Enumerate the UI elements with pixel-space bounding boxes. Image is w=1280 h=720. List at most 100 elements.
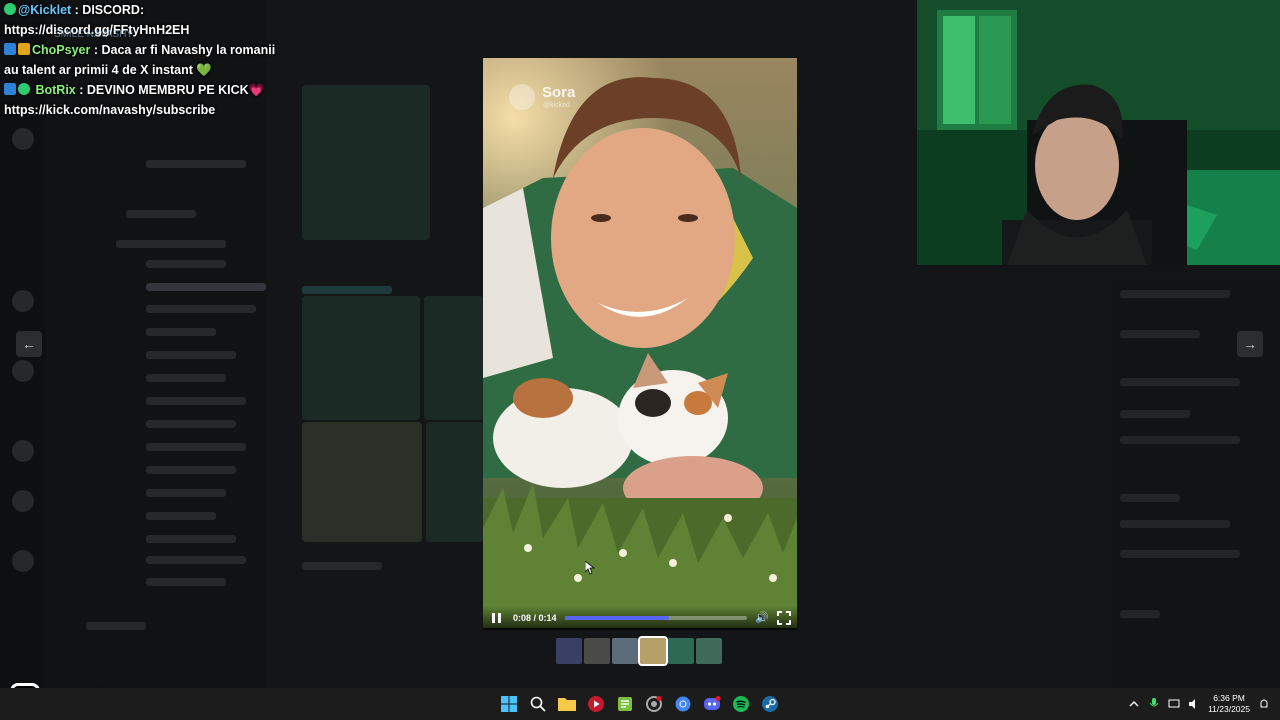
notification-icon[interactable] [1258, 698, 1270, 710]
subscriber-badge-icon [18, 43, 30, 55]
chat-username: BotRix [35, 83, 76, 97]
media-thumbnail-active[interactable] [638, 636, 668, 666]
member-item[interactable] [1120, 290, 1230, 298]
channel-item[interactable] [146, 283, 266, 291]
notepad-icon[interactable] [613, 692, 637, 716]
server-icon[interactable] [12, 360, 34, 382]
previous-media-button[interactable]: ← [16, 331, 42, 357]
channel-item[interactable] [146, 351, 236, 359]
clock-date: 11/23/2025 [1208, 704, 1250, 714]
channel-item[interactable] [146, 374, 226, 382]
chrome-canary-icon[interactable] [642, 692, 666, 716]
server-icon[interactable] [12, 128, 34, 150]
channel-item[interactable] [146, 556, 246, 564]
member-item[interactable] [1120, 436, 1240, 444]
sora-watermark: Sora [542, 84, 576, 101]
spotify-icon[interactable] [729, 692, 753, 716]
speaker-icon: 🔊 [755, 612, 769, 624]
clock-time: 6:36 PM [1213, 693, 1245, 703]
message-author[interactable] [302, 562, 382, 570]
chat-separator: : [75, 83, 87, 97]
channel-item[interactable] [146, 420, 236, 428]
video-controls: 0:08 / 0:14 🔊 [483, 606, 797, 630]
channel-item[interactable] [146, 443, 246, 451]
media-thumbnail[interactable] [556, 638, 582, 664]
chat-text: Daca ar fi Navashy la romanii [101, 43, 276, 57]
seek-bar-progress [565, 616, 669, 620]
server-icon[interactable] [12, 440, 34, 462]
attachment-preview[interactable] [302, 296, 420, 420]
chat-message: BotRix : DEVINO MEMBRU PE KICK💗 [4, 80, 294, 100]
chrome-icon[interactable] [671, 692, 695, 716]
chat-message: ChoPsyer : Daca ar fi Navashy la romanii [4, 40, 294, 60]
pink-heart-emoji: 💗 [248, 83, 265, 97]
server-icon[interactable] [12, 490, 34, 512]
channel-item[interactable] [146, 578, 226, 586]
channel-item[interactable] [146, 489, 226, 497]
microphone-icon[interactable] [1148, 698, 1160, 710]
pause-icon [491, 613, 495, 623]
seek-bar[interactable] [565, 616, 747, 620]
member-item[interactable] [1120, 550, 1240, 558]
attachment-preview[interactable] [426, 422, 484, 542]
search-icon[interactable] [526, 692, 550, 716]
video-player[interactable]: Sora @kicked [483, 58, 797, 628]
chat-message: au talent ar primii 4 de X instant 💚 [4, 60, 294, 80]
windows-start-icon[interactable] [497, 692, 521, 716]
channel-item[interactable] [146, 397, 246, 405]
taskbar-clock[interactable]: 6:36 PM 11/23/2025 [1208, 693, 1250, 715]
channel-item[interactable] [86, 622, 146, 630]
channel-item[interactable] [146, 160, 246, 168]
channel-item[interactable] [146, 305, 256, 313]
chat-text: https://kick.com/navashy/subscribe [4, 103, 216, 117]
message-author[interactable] [302, 286, 392, 294]
member-item[interactable] [1120, 494, 1180, 502]
server-icon[interactable] [12, 290, 34, 312]
member-item[interactable] [1120, 410, 1190, 418]
media-thumbnail[interactable] [612, 638, 638, 664]
channel-item[interactable] [146, 535, 236, 543]
windows-taskbar: 6:36 PM 11/23/2025 [0, 688, 1280, 720]
member-item[interactable] [1120, 378, 1240, 386]
member-item[interactable] [1120, 520, 1230, 528]
webcam-feed [917, 0, 1280, 265]
channel-item[interactable] [146, 466, 236, 474]
green-heart-emoji: 💚 [196, 63, 212, 77]
attachment-preview[interactable] [302, 422, 422, 542]
arrow-right-icon: → [1243, 336, 1257, 352]
server-icon[interactable] [12, 550, 34, 572]
mouse-cursor-icon [585, 561, 595, 575]
channel-item[interactable] [116, 240, 226, 248]
ghost-label: SMILE NAVASHY [54, 29, 134, 40]
channel-item[interactable] [126, 210, 196, 218]
chat-username: ChoPsyer [32, 43, 91, 57]
channel-item[interactable] [146, 260, 226, 268]
arrow-left-icon: ← [22, 336, 36, 352]
file-explorer-icon[interactable] [555, 692, 579, 716]
channel-item[interactable] [146, 328, 216, 336]
media-thumbnail[interactable] [696, 638, 722, 664]
pause-button[interactable] [489, 611, 503, 625]
fullscreen-icon [777, 620, 782, 625]
media-thumbnail-strip [556, 636, 722, 666]
media-thumbnail[interactable] [584, 638, 610, 664]
chat-message: https://kick.com/navashy/subscribe [4, 100, 294, 120]
volume-button[interactable]: 🔊 [755, 611, 769, 625]
moderator-badge-icon [4, 83, 16, 95]
sora-logo-icon [509, 84, 535, 110]
media-thumbnail[interactable] [668, 638, 694, 664]
chat-text: DEVINO MEMBRU PE KICK [86, 83, 249, 97]
member-item[interactable] [1120, 330, 1200, 338]
next-media-button[interactable]: → [1237, 331, 1263, 357]
attachment-preview[interactable] [424, 296, 484, 420]
channel-item[interactable] [146, 512, 216, 520]
fullscreen-button[interactable] [777, 611, 791, 625]
chevron-up-icon[interactable] [1128, 698, 1140, 710]
attachment-preview[interactable] [302, 85, 430, 240]
media-player-icon[interactable] [584, 692, 608, 716]
discord-icon[interactable] [700, 692, 724, 716]
steam-icon[interactable] [758, 692, 782, 716]
network-icon[interactable] [1168, 698, 1180, 710]
member-item[interactable] [1120, 610, 1160, 618]
speaker-icon[interactable] [1188, 698, 1200, 710]
